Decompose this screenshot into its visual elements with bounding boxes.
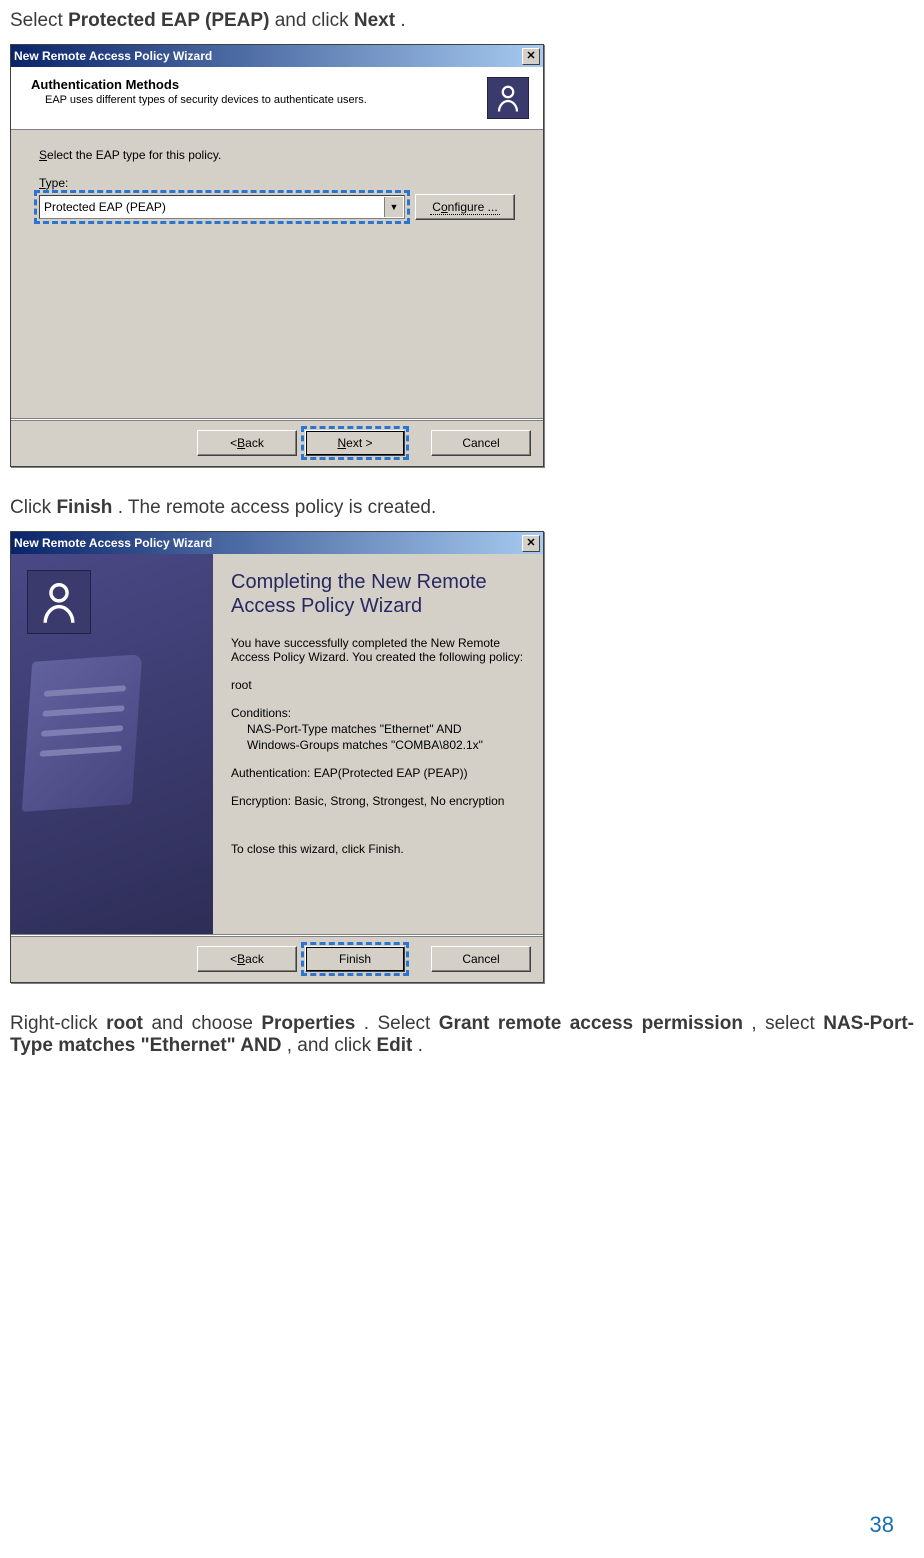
text: . bbox=[418, 1035, 423, 1056]
document-illustration-icon bbox=[22, 654, 142, 812]
close-icon[interactable]: ✕ bbox=[522, 48, 540, 65]
condition-1: NAS-Port-Type matches "Ethernet" AND bbox=[247, 722, 525, 736]
text: . The remote access policy is created. bbox=[118, 497, 437, 518]
policy-name: root bbox=[231, 678, 525, 692]
spacer bbox=[413, 946, 423, 972]
type-row: Protected EAP (PEAP) ▼ Configure ... bbox=[39, 194, 515, 220]
window-title: New Remote Access Policy Wizard bbox=[14, 49, 212, 63]
completing-title: Completing the New Remote Access Policy … bbox=[231, 570, 525, 618]
close-instruction: To close this wizard, click Finish. bbox=[231, 842, 525, 856]
instruction-3: Right-click root and choose Properties .… bbox=[10, 1013, 914, 1057]
eap-type-dropdown[interactable]: Protected EAP (PEAP) ▼ bbox=[39, 195, 405, 219]
text-bold: Edit bbox=[376, 1035, 412, 1056]
cancel-button[interactable]: Cancel bbox=[431, 430, 531, 456]
wizard-person-icon bbox=[27, 570, 91, 634]
configure-button[interactable]: Configure ... bbox=[415, 194, 515, 220]
wizard-header-text: Authentication Methods EAP uses differen… bbox=[31, 77, 487, 106]
spacer bbox=[413, 430, 423, 456]
wizard-body: Completing the New Remote Access Policy … bbox=[11, 554, 543, 934]
wizard-side-panel bbox=[11, 554, 213, 934]
page-number: 38 bbox=[870, 1512, 894, 1538]
instruction-2: Click Finish . The remote access policy … bbox=[10, 497, 914, 519]
finish-button[interactable]: Finish bbox=[305, 946, 405, 972]
text: Right-click bbox=[10, 1013, 106, 1034]
text: and choose bbox=[151, 1013, 261, 1034]
text: , select bbox=[751, 1013, 823, 1034]
text-bold: Protected EAP (PEAP) bbox=[68, 10, 269, 31]
text: . Select bbox=[364, 1013, 439, 1034]
text-bold: Finish bbox=[56, 497, 112, 518]
instruction-1: Select Protected EAP (PEAP) and click Ne… bbox=[10, 10, 914, 32]
text: , and click bbox=[287, 1035, 377, 1056]
wizard-button-bar: < Back Next > Cancel bbox=[11, 419, 543, 466]
header-title: Authentication Methods bbox=[31, 77, 487, 92]
window-title: New Remote Access Policy Wizard bbox=[14, 536, 212, 550]
encryption-line: Encryption: Basic, Strong, Strongest, No… bbox=[231, 794, 525, 808]
back-button[interactable]: < Back bbox=[197, 946, 297, 972]
text-bold: Grant remote access permission bbox=[439, 1013, 743, 1034]
text-bold: Next bbox=[354, 10, 395, 31]
text: Click bbox=[10, 497, 56, 518]
text: . bbox=[400, 10, 405, 31]
type-label: Type: bbox=[39, 176, 515, 190]
select-eap-label: SSelect the EAP type for this policy.ele… bbox=[39, 148, 515, 162]
header-subtitle: EAP uses different types of security dev… bbox=[45, 94, 487, 106]
wizard-main-panel: Completing the New Remote Access Policy … bbox=[213, 554, 543, 934]
titlebar[interactable]: New Remote Access Policy Wizard ✕ bbox=[11, 45, 543, 67]
conditions-label: Conditions: bbox=[231, 706, 525, 720]
wizard-header: Authentication Methods EAP uses differen… bbox=[11, 67, 543, 130]
cancel-button[interactable]: Cancel bbox=[431, 946, 531, 972]
text: and click bbox=[275, 10, 354, 31]
eap-type-value: Protected EAP (PEAP) bbox=[44, 200, 166, 214]
wizard-auth-methods: New Remote Access Policy Wizard ✕ Authen… bbox=[10, 44, 544, 467]
text: Select bbox=[10, 10, 68, 31]
back-button[interactable]: < Back bbox=[197, 430, 297, 456]
next-button[interactable]: Next > bbox=[305, 430, 405, 456]
wizard-person-icon bbox=[487, 77, 529, 119]
text-bold: Properties bbox=[261, 1013, 355, 1034]
wizard-button-bar: < Back Finish Cancel bbox=[11, 935, 543, 982]
titlebar[interactable]: New Remote Access Policy Wizard ✕ bbox=[11, 532, 543, 554]
summary-intro: You have successfully completed the New … bbox=[231, 636, 525, 664]
text-bold: root bbox=[106, 1013, 143, 1034]
close-icon[interactable]: ✕ bbox=[522, 535, 540, 552]
authentication-line: Authentication: EAP(Protected EAP (PEAP)… bbox=[231, 766, 525, 780]
document-page: Select Protected EAP (PEAP) and click Ne… bbox=[10, 10, 914, 1548]
chevron-down-icon[interactable]: ▼ bbox=[384, 197, 403, 217]
wizard-completing: New Remote Access Policy Wizard ✕ Comple… bbox=[10, 531, 544, 983]
wizard-body: SSelect the EAP type for this policy.ele… bbox=[11, 130, 543, 418]
condition-2: Windows-Groups matches "COMBA\802.1x" bbox=[247, 738, 525, 752]
